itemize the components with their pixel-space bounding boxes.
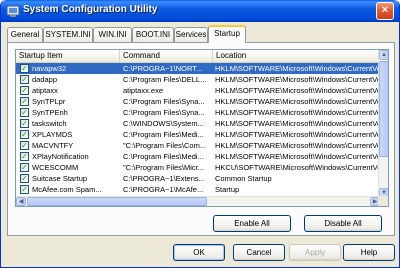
startup-item-command: C:\Program Files\Syna... xyxy=(123,108,205,117)
enable-all-button[interactable]: Enable All xyxy=(213,215,291,232)
list-item[interactable]: ✓ atiptaxx atiptaxx.exe HKLM\SOFTWARE\Micro… xyxy=(16,85,380,96)
startup-item-command: "C:\Program Files\Micr... xyxy=(123,163,205,172)
enabled-checkbox[interactable]: ✓ xyxy=(20,119,29,128)
scroll-up-button[interactable]: ▲ xyxy=(379,50,388,60)
enabled-checkbox[interactable]: ✓ xyxy=(20,163,29,172)
startup-item-name: navapw32 xyxy=(32,64,67,73)
enabled-checkbox[interactable]: ✓ xyxy=(20,174,29,183)
window-title: System Configuration Utility xyxy=(23,4,158,15)
list-item[interactable]: ✓ taskswitch C:\WINDOWS\System... HKLM\SOFT… xyxy=(16,118,380,129)
column-header-command[interactable]: Command xyxy=(120,50,213,63)
startup-item-location: HKLM\SOFTWARE\Microsoft\Windows\CurrentV… xyxy=(215,64,380,73)
help-button[interactable]: Help xyxy=(343,244,395,261)
apply-button[interactable]: Apply xyxy=(289,244,341,261)
list-item[interactable]: ✓ MACVNTFY "C:\Program Files\Com... HKLM\SO… xyxy=(16,140,380,151)
tab-win-ini[interactable]: WIN.INI xyxy=(93,27,132,42)
enabled-checkbox[interactable]: ✓ xyxy=(20,86,29,95)
startup-item-command: C:\WINDOWS\System... xyxy=(123,119,204,128)
startup-item-name: dadapp xyxy=(32,75,58,84)
list-item[interactable]: ✓ dadapp C:\Program Files\DELL... HKLM\SOFT… xyxy=(16,74,380,85)
startup-item-name: Suitcase Startup xyxy=(32,174,88,183)
system-config-app-icon xyxy=(6,5,20,17)
enabled-checkbox[interactable]: ✓ xyxy=(20,130,29,139)
tab-system-ini[interactable]: SYSTEM.INI xyxy=(43,27,93,42)
startup-item-command: C:\Program Files\Syna... xyxy=(123,97,205,106)
tab-services[interactable]: Services xyxy=(174,27,208,42)
startup-item-location: HKLM\SOFTWARE\Microsoft\Windows\CurrentV… xyxy=(215,97,380,106)
cancel-button[interactable]: Cancel xyxy=(233,244,285,261)
startup-item-command: C:\Program Files\Medi... xyxy=(123,130,204,139)
startup-item-name: MACVNTFY xyxy=(32,141,74,150)
close-icon: × xyxy=(381,4,389,16)
disable-all-button[interactable]: Disable All xyxy=(304,215,382,232)
startup-item-command: "C:\Program Files\Com... xyxy=(123,141,207,150)
column-header-startup-item[interactable]: Startup Item xyxy=(16,50,120,63)
startup-item-location: HKLM\SOFTWARE\Microsoft\Windows\CurrentV… xyxy=(215,141,380,150)
close-button[interactable]: × xyxy=(376,2,394,20)
startup-item-name: XPlayNotification xyxy=(32,152,89,161)
startup-item-name: SynTPEnh xyxy=(32,108,68,117)
list-item[interactable]: ✓ McAfee.com Spam... C:\PROGRA~1\McAfe... S… xyxy=(16,184,380,195)
startup-item-command: C:\PROGRA~1\McAfe... xyxy=(123,185,204,194)
startup-item-command: C:\Program Files\DELL... xyxy=(123,75,207,84)
startup-item-name: atiptaxx xyxy=(32,86,58,95)
startup-item-command: C:\PROGRA~1\Extens... xyxy=(123,174,205,183)
list-item[interactable]: ✓ XPLAYMDS C:\Program Files\Medi... HKLM\SO… xyxy=(16,129,380,140)
enabled-checkbox[interactable]: ✓ xyxy=(20,108,29,117)
startup-item-command: C:\Program Files\Medi... xyxy=(123,152,204,161)
startup-item-location: Common Startup xyxy=(215,174,272,183)
startup-item-name: McAfee.com Spam... xyxy=(32,185,102,194)
ok-button[interactable]: OK xyxy=(173,244,225,261)
startup-panel: Startup Item Command Location ✓ navapw32 C… xyxy=(7,42,395,236)
tab-strip: General SYSTEM.INI WIN.INI BOOT.INI Serv… xyxy=(7,25,395,43)
list-item[interactable]: ✓ WCESCOMM "C:\Program Files\Micr... HKCU\S… xyxy=(16,162,380,173)
scrollbar-corner xyxy=(378,196,388,206)
startup-item-location: HKLM\SOFTWARE\Microsoft\Windows\CurrentV… xyxy=(215,119,380,128)
startup-item-location: HKCU\SOFTWARE\Microsoft\Windows\CurrentV… xyxy=(215,163,380,172)
list-item[interactable]: ✓ SynTPEnh C:\Program Files\Syna... HKLM\SO… xyxy=(16,107,380,118)
startup-items-list[interactable]: Startup Item Command Location ✓ navapw32 C… xyxy=(15,49,389,207)
list-item[interactable]: ✓ XPlayNotification C:\Program Files\Medi.… xyxy=(16,151,380,162)
enabled-checkbox[interactable]: ✓ xyxy=(20,185,29,194)
list-header: Startup Item Command Location xyxy=(16,50,380,63)
startup-item-command: atiptaxx.exe xyxy=(123,86,164,95)
startup-item-location: HKLM\SOFTWARE\Microsoft\Windows\CurrentV… xyxy=(215,130,380,139)
title-bar[interactable]: System Configuration Utility × xyxy=(1,0,399,22)
list-item[interactable]: ✓ navapw32 C:\PROGRA~1\NORT... HKLM\SOFTWAR… xyxy=(16,63,380,74)
vertical-scrollbar[interactable]: ▲ ▼ xyxy=(378,50,388,198)
list-rows: ✓ navapw32 C:\PROGRA~1\NORT... HKLM\SOFTWAR… xyxy=(16,63,380,195)
tab-boot-ini[interactable]: BOOT.INI xyxy=(132,27,174,42)
vertical-scroll-thumb[interactable] xyxy=(379,61,388,157)
startup-item-name: SynTPLpr xyxy=(32,97,66,106)
startup-item-location: HKLM\SOFTWARE\Microsoft\Windows\CurrentV… xyxy=(215,108,380,117)
startup-item-location: Startup xyxy=(215,185,240,194)
column-header-location[interactable]: Location xyxy=(213,50,380,63)
startup-item-location: HKLM\SOFTWARE\Microsoft\Windows\CurrentV… xyxy=(215,86,380,95)
tab-startup[interactable]: Startup xyxy=(208,25,246,43)
horizontal-scrollbar[interactable]: ◀ ▶ xyxy=(16,196,380,206)
system-configuration-window: System Configuration Utility × General S… xyxy=(0,0,400,268)
startup-item-name: taskswitch xyxy=(32,119,67,128)
enabled-checkbox[interactable]: ✓ xyxy=(20,152,29,161)
horizontal-scroll-thumb[interactable] xyxy=(27,197,207,206)
scroll-left-button[interactable]: ◀ xyxy=(16,197,26,206)
tab-general[interactable]: General xyxy=(7,27,43,42)
enabled-checkbox[interactable]: ✓ xyxy=(20,141,29,150)
enabled-checkbox[interactable]: ✓ xyxy=(20,64,29,73)
startup-item-location: HKLM\SOFTWARE\Microsoft\Windows\CurrentV… xyxy=(215,75,380,84)
list-item[interactable]: ✓ SynTPLpr C:\Program Files\Syna... HKLM\SO… xyxy=(16,96,380,107)
startup-item-command: C:\PROGRA~1\NORT... xyxy=(123,64,203,73)
startup-item-name: XPLAYMDS xyxy=(32,130,73,139)
enabled-checkbox[interactable]: ✓ xyxy=(20,75,29,84)
enabled-checkbox[interactable]: ✓ xyxy=(20,97,29,106)
list-item[interactable]: ✓ Suitcase Startup C:\PROGRA~1\Extens... Co… xyxy=(16,173,380,184)
startup-item-location: HKLM\SOFTWARE\Microsoft\Windows\CurrentV… xyxy=(215,152,380,161)
startup-item-name: WCESCOMM xyxy=(32,163,79,172)
